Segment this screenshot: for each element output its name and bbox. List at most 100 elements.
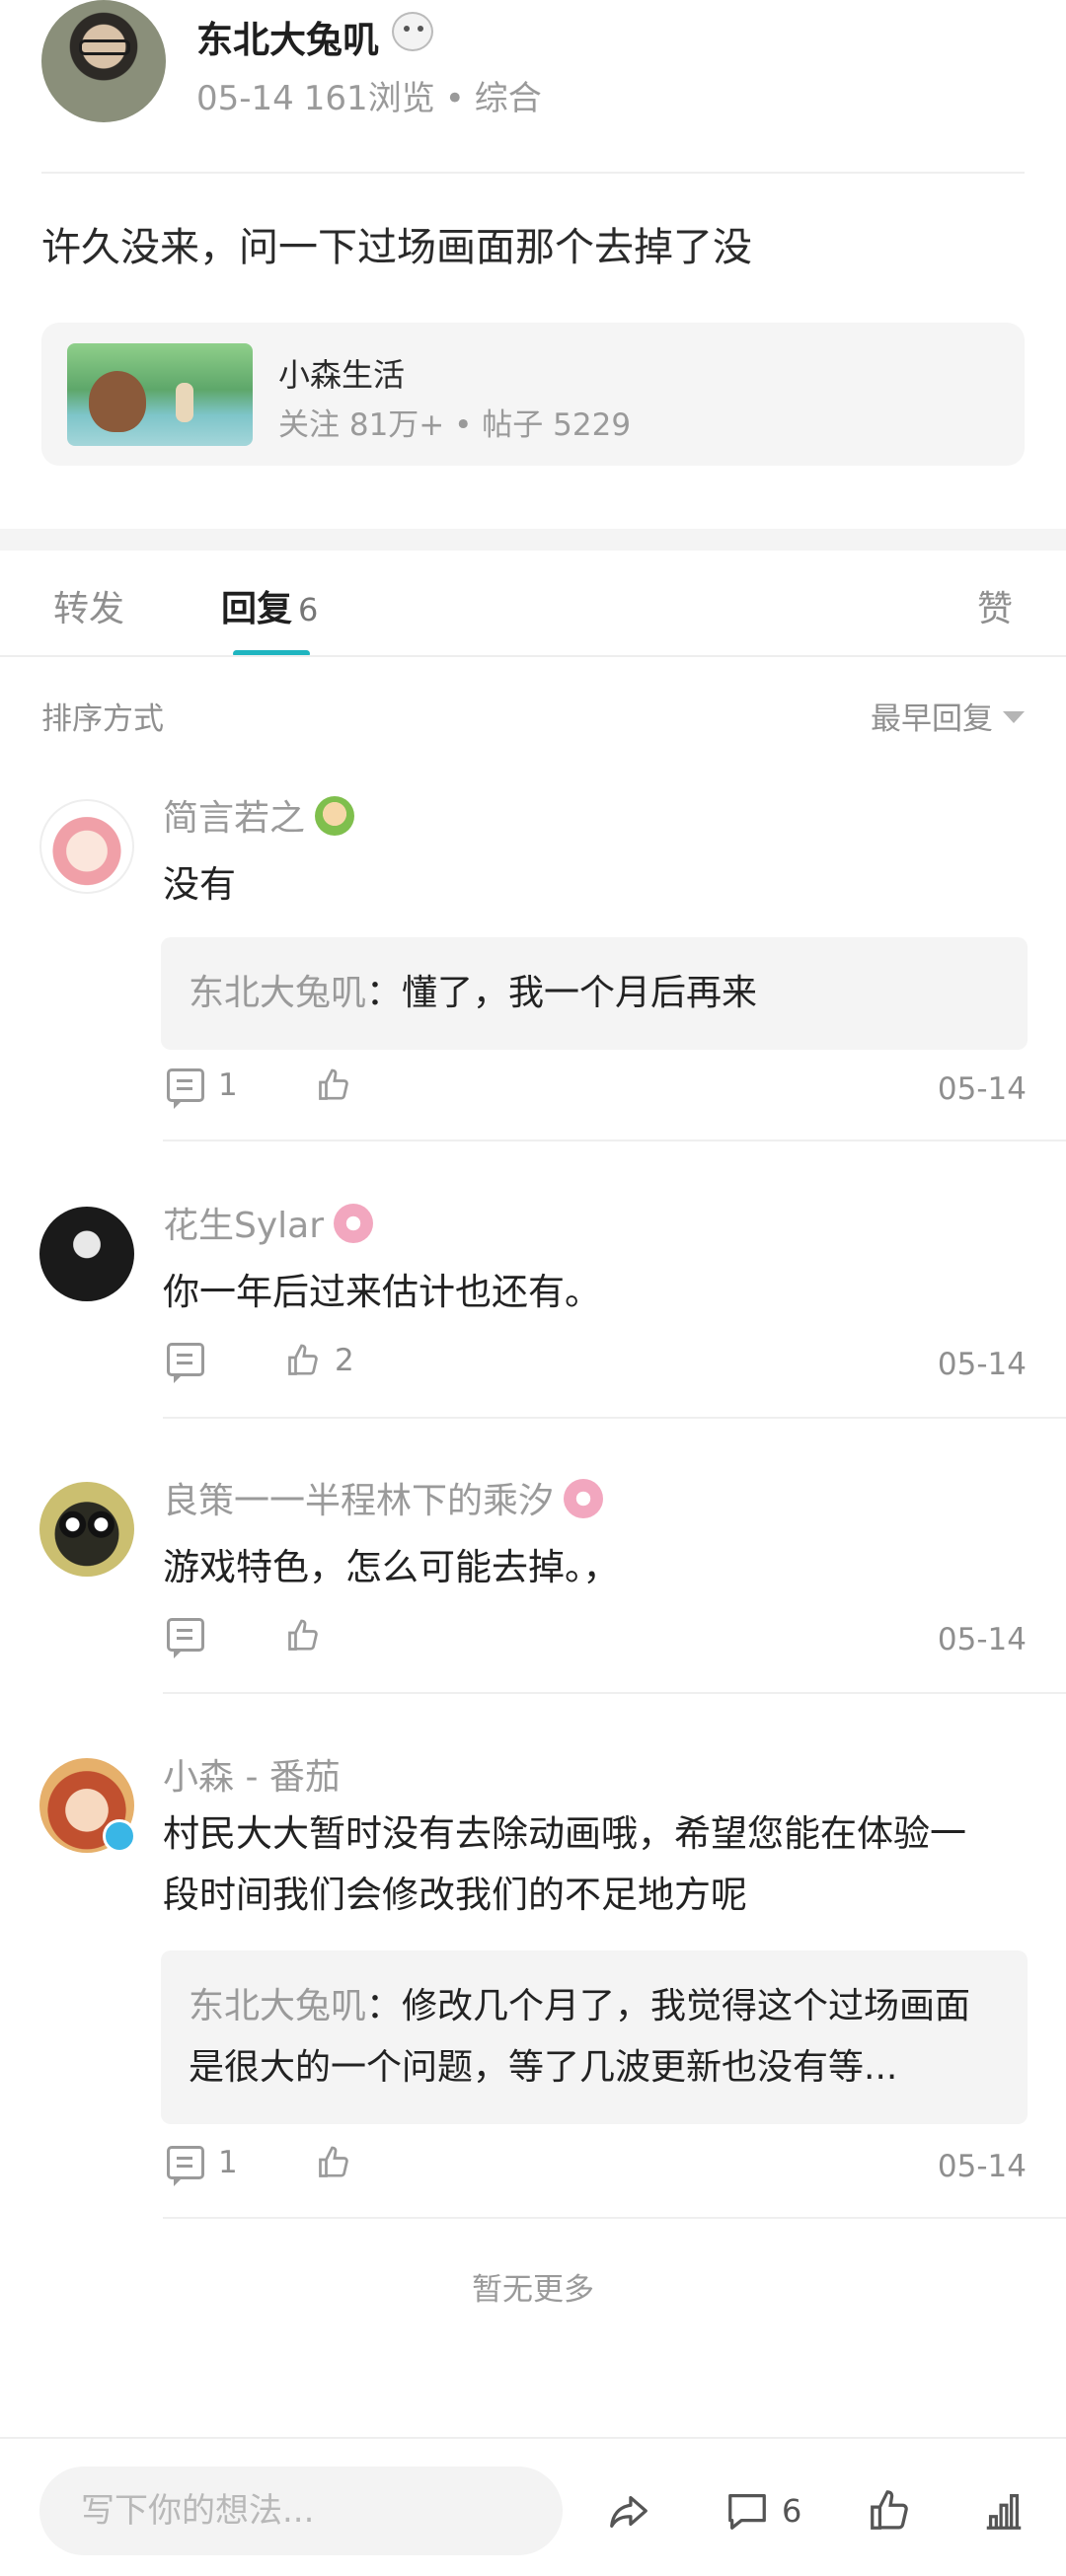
meta-separator: • — [444, 79, 465, 118]
tab-reply-label: 回复 — [221, 589, 293, 629]
comment-icon — [167, 1343, 204, 1383]
comment-icon — [167, 1068, 204, 1109]
comment-actions: 2 05-14 — [163, 1343, 1027, 1392]
user-badge-icon — [334, 1204, 374, 1243]
author-avatar[interactable] — [41, 0, 166, 122]
like-icon — [285, 1343, 321, 1378]
tab-reply[interactable]: 回复 6 — [221, 580, 318, 631]
like-icon — [316, 1067, 351, 1103]
quote-author: 东北大兔叽 — [189, 973, 367, 1013]
share-icon — [610, 2495, 647, 2528]
like-button[interactable] — [316, 1067, 365, 1103]
like-icon — [871, 2490, 908, 2530]
reply-count: 1 — [218, 1067, 238, 1103]
comment-date: 05-14 — [937, 1347, 1027, 1382]
reply-button[interactable]: 1 — [167, 1067, 238, 1109]
comments-button[interactable]: 6 — [724, 2486, 801, 2536]
commenter-name-text: 简言若之 — [163, 798, 306, 839]
post-views: 161浏览 — [303, 79, 435, 118]
reply-button[interactable] — [167, 1618, 218, 1658]
like-button[interactable] — [285, 1618, 335, 1654]
comment-text: 你一年后过来估计也还有。 — [163, 1271, 601, 1313]
reply-button[interactable] — [167, 1343, 218, 1383]
post-date: 05-14 — [196, 79, 294, 118]
stats-icon — [986, 2494, 1022, 2530]
comment-divider — [163, 2217, 1066, 2219]
like-count: 2 — [335, 1343, 354, 1378]
author-name[interactable]: 东北大兔叽 — [196, 10, 379, 63]
verified-badge-icon — [103, 1819, 136, 1853]
reply-count: 1 — [218, 2145, 238, 2180]
bottom-action-bar: 6 — [0, 2437, 1066, 2576]
comment-item: 良策一一半程林下的乘汐 游戏特色，怎么可能去掉。， 05-14 — [0, 1472, 1066, 1699]
comment-item: 小森 - 番茄 村民大大暂时没有去除动画哦，希望您能在体验一段时间我们会修改我们… — [0, 1748, 1066, 2222]
commenter-name[interactable]: 简言若之 — [163, 789, 355, 841]
no-more-label: 暂无更多 — [472, 2272, 594, 2308]
comment-item: 简言若之 没有 东北大兔叽：懂了，我一个月后再来 1 05-14 — [0, 789, 1066, 1144]
tab-forward[interactable]: 转发 — [53, 580, 124, 631]
stats-button[interactable] — [981, 2486, 1027, 2536]
quote-author: 东北大兔叽 — [189, 1986, 367, 2026]
forum-posts: 帖子 5229 — [482, 407, 632, 443]
quote-text: 懂了，我一个月后再来 — [402, 973, 758, 1013]
comment-divider — [163, 1140, 1066, 1141]
post-meta: 05-14 161浏览 • 综合 — [196, 71, 552, 119]
commenter-avatar[interactable] — [39, 799, 134, 894]
forum-separator: • — [454, 407, 473, 443]
tab-like[interactable]: 赞 — [977, 580, 1013, 631]
tabs-divider — [0, 655, 1066, 657]
reply-button[interactable]: 1 — [167, 2145, 238, 2186]
commenter-name[interactable]: 小森 - 番茄 — [163, 1748, 341, 1800]
comment-date: 05-14 — [937, 2149, 1027, 2184]
caret-down-icon — [1003, 710, 1025, 723]
sort-selected: 最早回复 — [871, 701, 993, 737]
sort-label: 排序方式 — [41, 701, 164, 737]
commenter-name-text: 良策一一半程林下的乘汐 — [163, 1481, 555, 1521]
quoted-reply[interactable]: 东北大兔叽：修改几个月了，我觉得这个过场画面是很大的一个问题，等了几波更新也没有… — [161, 1950, 1028, 2124]
forum-stats: 关注 81万+ • 帖子 5229 — [278, 400, 631, 444]
commenter-name-text: 花生Sylar — [163, 1206, 325, 1246]
bottom-comment-count: 6 — [782, 2492, 802, 2530]
forum-name: 小森生活 — [278, 356, 406, 394]
forum-card[interactable]: 小森生活 关注 81万+ • 帖子 5229 — [41, 323, 1025, 466]
commenter-avatar[interactable] — [39, 1482, 134, 1577]
bottom-like-button[interactable] — [867, 2486, 912, 2536]
commenter-name[interactable]: 花生Sylar — [163, 1197, 374, 1248]
quote-colon: ： — [366, 1986, 403, 2026]
share-button[interactable] — [606, 2486, 651, 2536]
forum-followers: 关注 81万+ — [278, 407, 445, 443]
user-badge-icon — [315, 796, 355, 836]
comment-date: 05-14 — [937, 1071, 1027, 1107]
comment-actions: 05-14 — [163, 1618, 1027, 1667]
comment-date: 05-14 — [937, 1622, 1027, 1657]
comment-text: 村民大大暂时没有去除动画哦，希望您能在体验一段时间我们会修改我们的不足地方呢 — [163, 1812, 966, 1916]
like-icon — [285, 1618, 321, 1654]
like-button[interactable] — [316, 2145, 365, 2180]
comment-divider — [163, 1692, 1066, 1694]
comment-actions: 1 05-14 — [163, 1067, 1027, 1117]
quoted-reply[interactable]: 东北大兔叽：懂了，我一个月后再来 — [161, 937, 1028, 1050]
header-divider — [41, 172, 1025, 174]
comment-text: 游戏特色，怎么可能去掉。， — [163, 1546, 620, 1588]
comment-item: 花生Sylar 你一年后过来估计也还有。 2 05-14 — [0, 1197, 1066, 1424]
like-icon — [316, 2145, 351, 2180]
comment-divider — [163, 1417, 1066, 1419]
user-badge-icon — [564, 1479, 604, 1518]
tab-reply-count: 6 — [298, 591, 319, 628]
post-content: 许久没来，问一下过场画面那个去掉了没 — [41, 225, 752, 270]
author-level-badge-icon — [392, 12, 433, 51]
reply-input[interactable] — [39, 2466, 563, 2555]
commenter-avatar[interactable] — [39, 1207, 134, 1301]
commenter-name[interactable]: 良策一一半程林下的乘汐 — [163, 1472, 604, 1523]
comment-icon — [167, 2146, 204, 2186]
comment-icon — [728, 2494, 766, 2530]
post-header: 东北大兔叽 05-14 161浏览 • 综合 — [41, 0, 1025, 174]
comment-actions: 1 05-14 — [163, 2145, 1027, 2194]
forum-thumbnail — [67, 343, 253, 446]
comment-text: 没有 — [163, 863, 236, 906]
post-category[interactable]: 综合 — [475, 79, 542, 118]
like-button[interactable]: 2 — [285, 1343, 354, 1378]
sort-dropdown[interactable]: 最早回复 — [871, 694, 1025, 738]
quote-colon: ： — [366, 973, 403, 1013]
section-gap — [0, 529, 1066, 551]
